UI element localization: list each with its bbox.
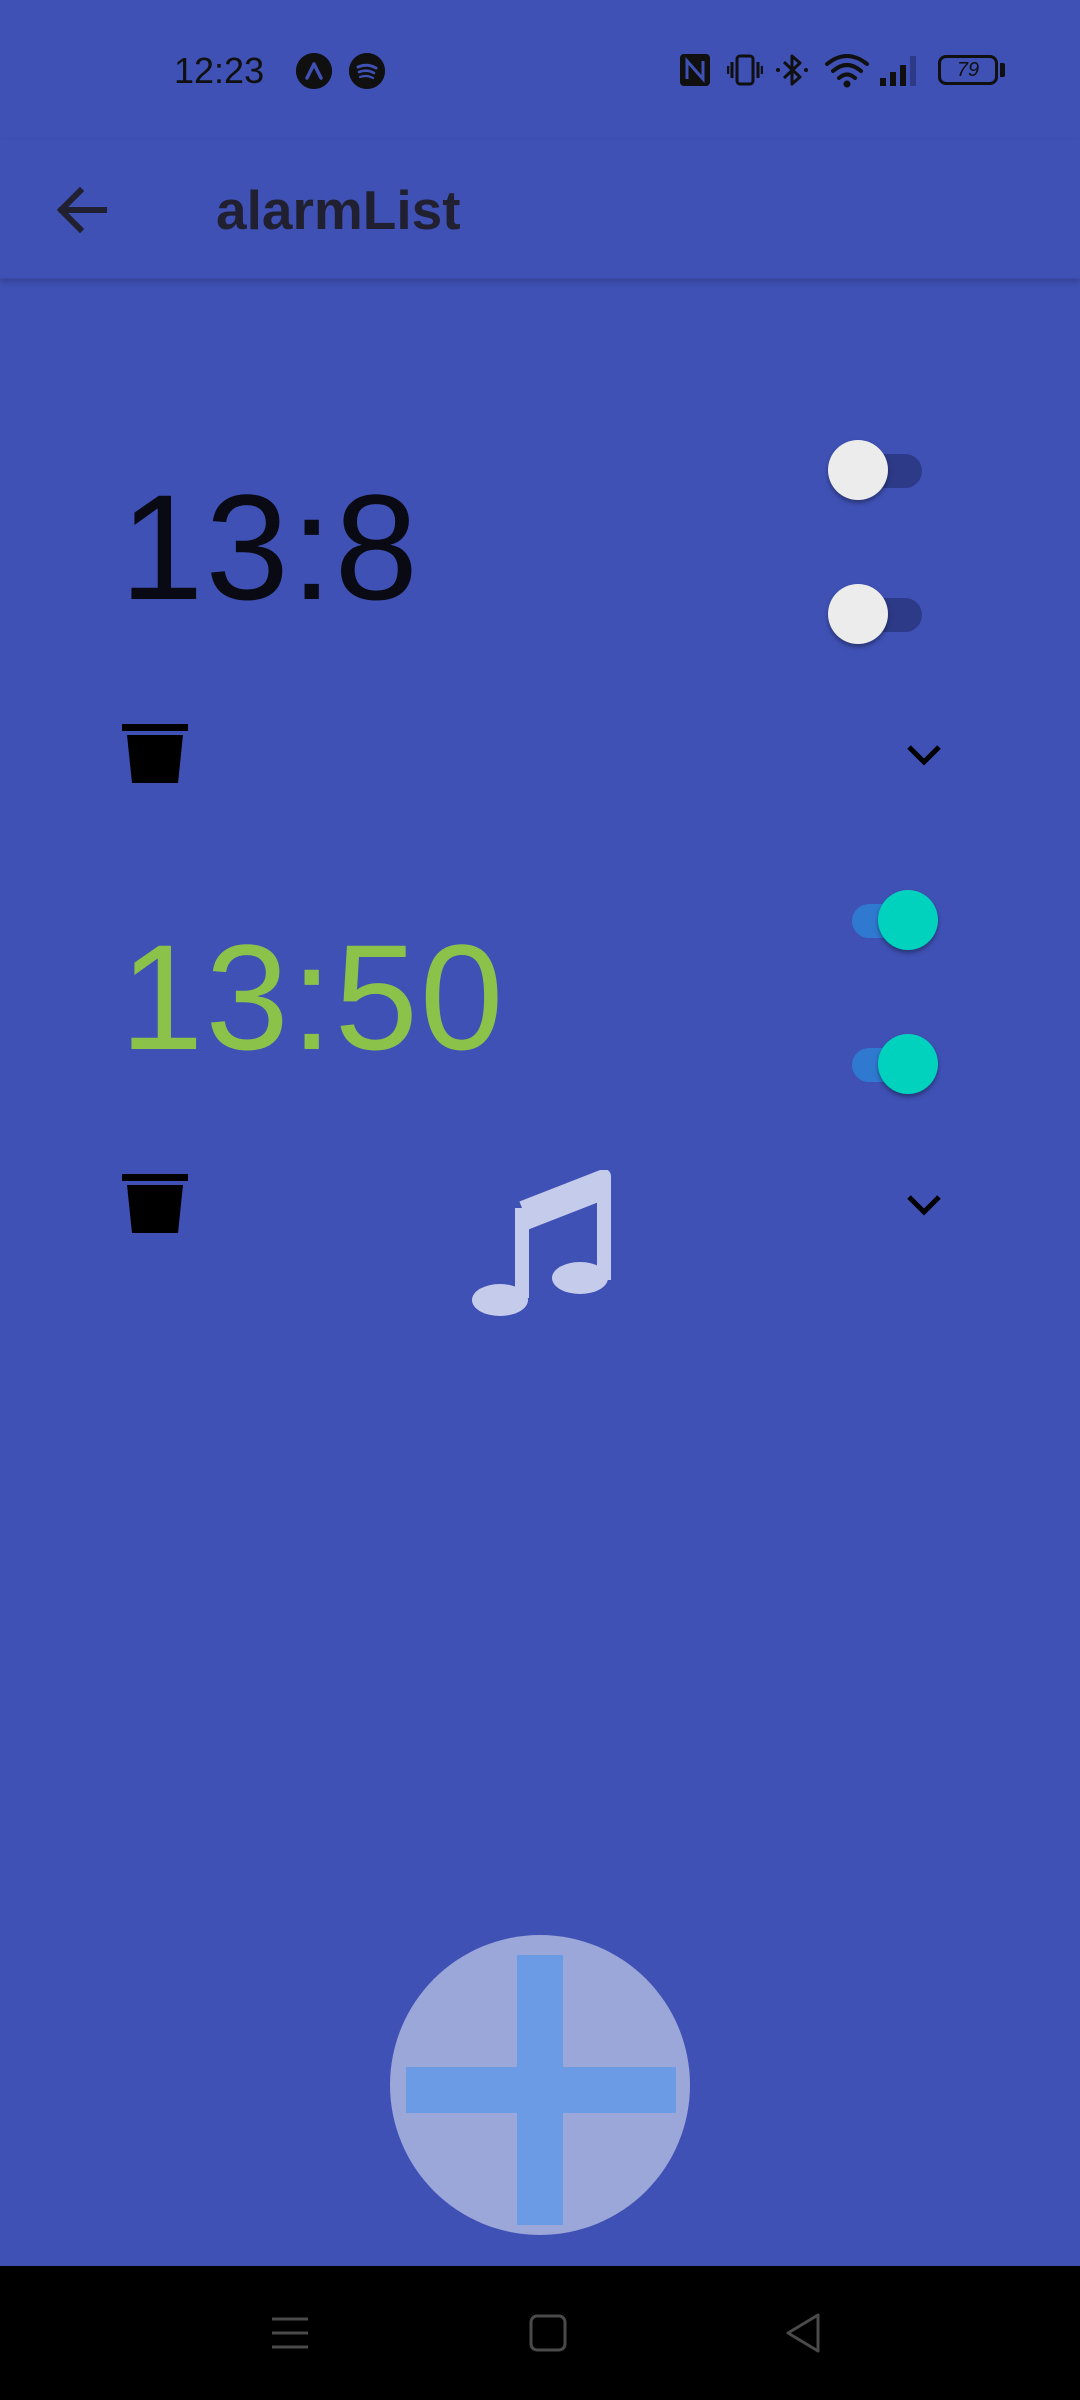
add-alarm-button[interactable] (390, 1935, 690, 2235)
expand-alarm-button[interactable] (894, 1180, 954, 1230)
page-title: alarmList (216, 179, 461, 241)
arrow-back-icon (56, 186, 107, 234)
trash-icon (122, 724, 188, 783)
alarm-toggle-enable[interactable] (830, 884, 940, 954)
chevron-down-icon (907, 1195, 941, 1216)
menu-icon (272, 2317, 308, 2349)
app-bar: alarmList (0, 140, 1080, 279)
toggle-thumb (828, 440, 888, 500)
toggle-thumb (828, 584, 888, 644)
system-back-button[interactable] (772, 2301, 836, 2365)
status-time: 12:23 (174, 50, 265, 91)
alarm-toggle-repeat[interactable] (828, 578, 938, 648)
music-note-icon (472, 1169, 611, 1316)
wifi-icon (825, 54, 869, 88)
chevron-down-icon (907, 745, 941, 766)
delete-alarm-button[interactable] (118, 716, 194, 792)
delete-alarm-button[interactable] (118, 1166, 194, 1242)
trash-icon (122, 1174, 188, 1233)
back-triangle-icon (786, 2313, 820, 2353)
status-bar: 12:23 79 (0, 0, 1080, 140)
toggle-thumb (878, 1034, 938, 1094)
alarm-toggle-repeat[interactable] (830, 1028, 940, 1098)
alarm-time[interactable]: 13:50 (120, 922, 505, 1072)
home-button[interactable] (516, 2301, 580, 2365)
expand-alarm-button[interactable] (894, 730, 954, 780)
nfc-icon (680, 54, 710, 86)
recent-apps-button[interactable] (258, 2301, 322, 2365)
battery-tip (1000, 63, 1005, 77)
alarm-time[interactable]: 13:8 (120, 472, 420, 622)
arc-app-icon (296, 53, 332, 89)
vibrate-icon (727, 54, 763, 86)
bluetooth-icon (776, 54, 808, 86)
spotify-icon (349, 53, 385, 89)
select-sound-button[interactable] (470, 1169, 620, 1320)
toggle-thumb (878, 890, 938, 950)
battery-icon: 79 (938, 55, 998, 85)
system-nav-bar (0, 2266, 1080, 2400)
signal-icon (880, 56, 916, 86)
back-button[interactable] (40, 166, 128, 254)
alarm-toggle-enable[interactable] (828, 434, 938, 504)
home-square-icon (529, 2314, 567, 2352)
plus-icon-horizontal (406, 2067, 676, 2113)
